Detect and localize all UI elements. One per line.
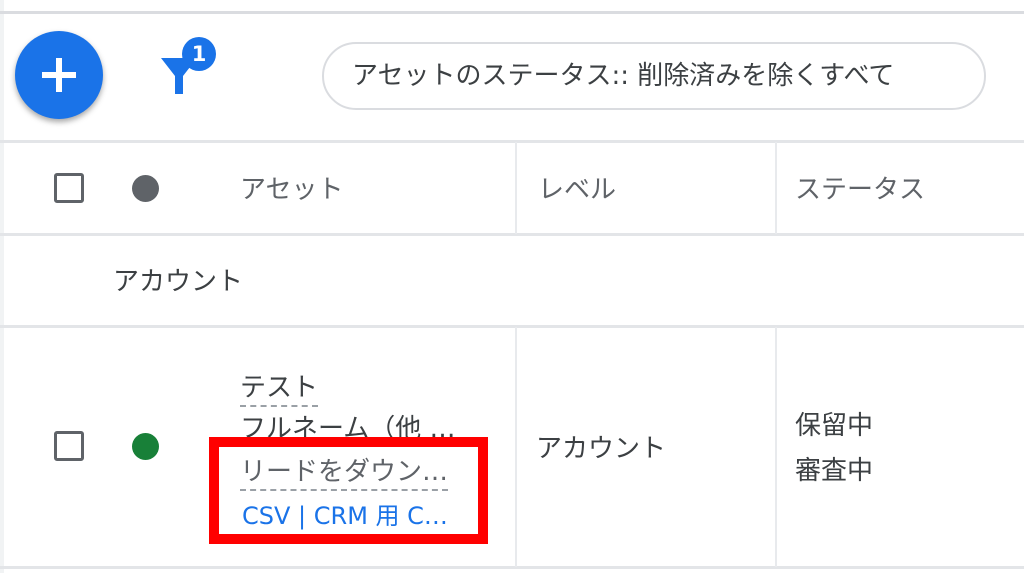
column-header-level[interactable]: レベル [538, 169, 616, 206]
column-divider [515, 142, 517, 234]
header-bottom-border [0, 233, 1024, 236]
enabled-status-dot-icon [132, 433, 159, 460]
column-divider [515, 327, 517, 567]
highlight-annotation-box [209, 437, 488, 544]
add-asset-button[interactable] [15, 31, 103, 119]
filter-count-badge: 1 [182, 37, 216, 71]
status-line-under-review: 審査中 [795, 456, 874, 486]
plus-icon [42, 58, 76, 92]
group-row-bottom-border [0, 325, 1024, 328]
filter-chip-asset-status[interactable]: アセットのステータス:: 削除済みを除くすべて [322, 42, 986, 110]
group-label-account: アカウント [113, 267, 244, 297]
table-top-border [0, 140, 1024, 143]
left-edge-divider [0, 0, 4, 573]
row-bottom-border [0, 566, 1024, 569]
top-divider [0, 11, 1024, 14]
status-line-pending: 保留中 [795, 411, 874, 441]
status-column-dot-icon [132, 175, 159, 202]
asset-title[interactable]: テスト [240, 373, 319, 407]
select-all-checkbox[interactable] [54, 173, 84, 203]
level-cell: アカウント [536, 434, 667, 464]
column-header-status[interactable]: ステータス [795, 169, 925, 206]
row-select-checkbox[interactable] [54, 431, 84, 461]
column-divider [775, 142, 777, 234]
table-row: テスト [240, 367, 319, 407]
column-header-asset[interactable]: アセット [240, 169, 343, 206]
column-divider [775, 327, 777, 567]
